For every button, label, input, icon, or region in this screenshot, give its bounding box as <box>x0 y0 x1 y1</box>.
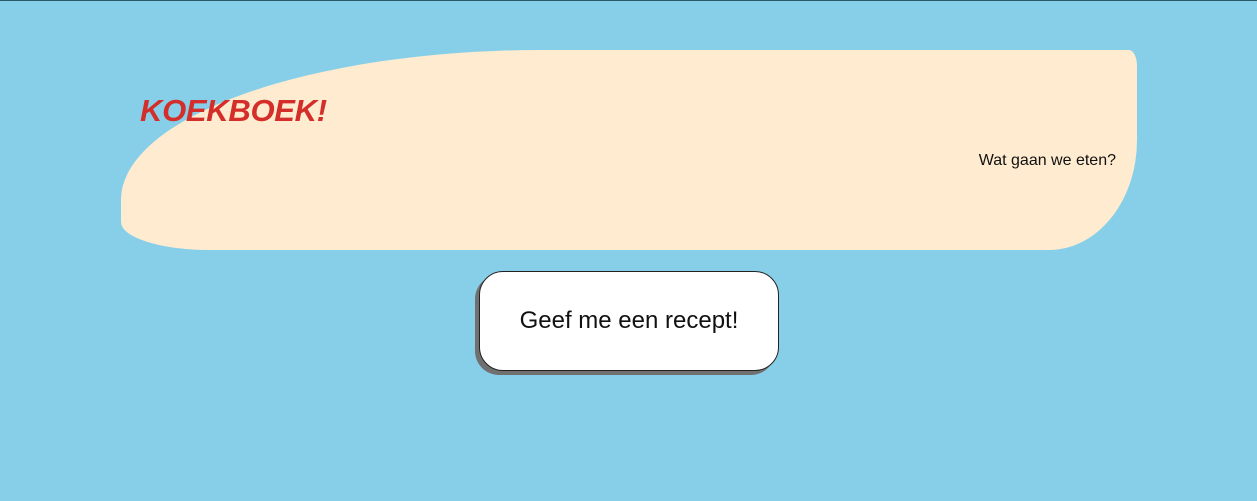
tagline: Wat gaan we eten? <box>978 152 1116 169</box>
site-title: KOEKBOEK! <box>140 93 327 128</box>
header-banner <box>121 50 1137 250</box>
give-recipe-button[interactable]: Geef me een recept! <box>479 271 779 371</box>
top-border <box>0 0 1257 1</box>
